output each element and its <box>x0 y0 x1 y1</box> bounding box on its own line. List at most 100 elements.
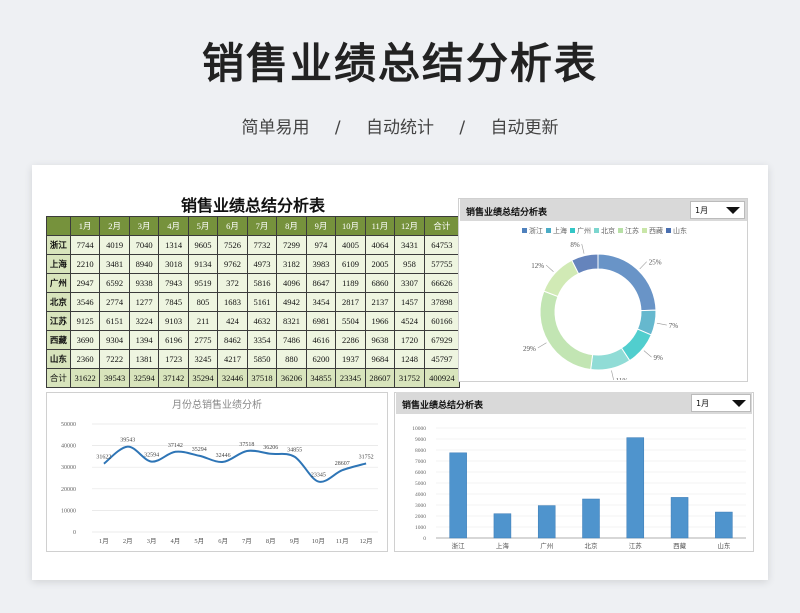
table-cell: 6151 <box>99 311 130 331</box>
column-header: 1月 <box>69 216 101 236</box>
table-row: 西藏 3690 9304 1394 6196 2775 8462 3354 7486 4616 22… <box>46 330 461 350</box>
table-cell: 4096 <box>276 273 307 293</box>
month-select[interactable]: 1月 <box>690 201 745 219</box>
y-tick-label: 9000 <box>415 437 426 443</box>
table-cell: 3224 <box>128 311 160 331</box>
total-cell: 34855 <box>305 368 337 388</box>
chevron-down-icon[interactable] <box>726 207 740 214</box>
column-header: 10月 <box>335 216 366 236</box>
table-cell: 8647 <box>305 273 337 293</box>
data-label: 39543 <box>120 438 135 444</box>
table-cell: 6592 <box>99 273 130 293</box>
legend-label: 西藏 <box>649 226 663 235</box>
table-row: 上海 2210 3481 8940 3018 9134 9762 4973 3182 3983 61… <box>46 254 461 274</box>
table-cell: 9338 <box>128 273 160 293</box>
donut-legend: 浙江 上海 广州 北京 江苏 西藏 山东 <box>522 226 687 235</box>
sales-table: 1月 2月 3月 4月 5月 6月 7月 8月 9月 10月 11月 12月 合计 浙江 7744 4019… <box>46 216 461 388</box>
y-tick-label: 1000 <box>415 525 426 531</box>
table-cell: 7732 <box>246 235 278 255</box>
table-cell: 5816 <box>246 273 278 293</box>
y-tick-label: 4000 <box>415 492 426 498</box>
column-header: 7月 <box>246 216 278 236</box>
table-cell: 67929 <box>423 330 461 350</box>
total-cell: 39543 <box>99 368 130 388</box>
table-cell: 3454 <box>305 292 337 312</box>
total-cell: 37518 <box>246 368 278 388</box>
slice-percent-label: 29% <box>523 345 536 353</box>
tag-auto-count: 自动统计 <box>366 118 434 138</box>
data-label: 28607 <box>335 461 350 467</box>
bar-chart: 0 1000 2000 3000 4000 5000 6000 7000 8000 9000 100… <box>412 426 746 550</box>
column-header: 3月 <box>128 216 160 236</box>
table-cell: 6981 <box>305 311 337 331</box>
tag-auto-update: 自动更新 <box>490 118 559 138</box>
table-cell: 1314 <box>158 235 189 255</box>
total-cell: 32594 <box>128 368 160 388</box>
leader-line <box>643 350 652 358</box>
table-cell: 2137 <box>364 292 396 312</box>
y-tick-label: 7000 <box>415 459 426 465</box>
table-cell: 3245 <box>187 349 219 369</box>
table-cell: 3307 <box>394 273 425 293</box>
table-cell: 424 <box>217 311 248 331</box>
donut-slice <box>597 253 657 312</box>
tag-separator: / <box>459 118 466 138</box>
table-cell: 2286 <box>335 330 366 350</box>
column-header: 5月 <box>187 216 219 236</box>
column-header: 4月 <box>158 216 189 236</box>
x-tick-label: 9月 <box>290 537 300 545</box>
chevron-down-icon[interactable] <box>732 400 746 407</box>
table-cell: 7845 <box>158 292 189 312</box>
legend-swatch <box>666 228 671 233</box>
total-cell: 35294 <box>187 368 219 388</box>
table-cell: 1937 <box>335 349 366 369</box>
column-header: 12月 <box>394 216 425 236</box>
table-row: 江苏 9125 6151 3224 9103 211 424 4632 8321 6981 5504… <box>46 311 461 331</box>
table-cell: 1248 <box>394 349 425 369</box>
table-cell: 8321 <box>276 311 307 331</box>
bar <box>670 497 689 539</box>
table-cell: 2210 <box>69 254 101 274</box>
column-header: 8月 <box>276 216 307 236</box>
x-tick-label: 3月 <box>147 537 157 545</box>
table-cell: 1723 <box>158 349 189 369</box>
x-tick-label: 山东 <box>717 541 731 550</box>
data-label: 37142 <box>168 443 183 449</box>
table-cell: 4942 <box>276 292 307 312</box>
table-row: 山东 2360 7222 1381 1723 3245 4217 5850 880 6200 193… <box>46 349 461 369</box>
table-cell: 2774 <box>99 292 130 312</box>
x-tick-label: 7月 <box>242 537 252 545</box>
legend-swatch <box>618 228 623 233</box>
x-tick-label: 广州 <box>540 541 553 550</box>
data-label: 37518 <box>239 442 254 448</box>
y-tick-label: 5000 <box>415 481 426 487</box>
y-tick-label: 40000 <box>61 444 76 450</box>
slice-percent-label: 9% <box>654 354 664 362</box>
total-cell: 36206 <box>276 368 307 388</box>
data-label: 32594 <box>144 453 159 459</box>
table-cell: 958 <box>394 254 425 274</box>
data-label: 31622 <box>96 455 111 461</box>
x-tick-label: 5月 <box>194 537 204 545</box>
donut-panel-header: 销售业绩总结分析表 1月 <box>460 199 747 221</box>
bar-panel-header: 销售业绩总结分析表 1月 <box>396 392 752 414</box>
table-cell: 1189 <box>335 273 366 293</box>
total-cell: 37142 <box>158 368 189 388</box>
x-tick-label: 浙江 <box>452 541 466 550</box>
table-cell: 5161 <box>246 292 278 312</box>
table-cell: 9605 <box>187 235 219 255</box>
donut-slice <box>543 259 580 298</box>
leader-line <box>639 261 647 270</box>
bar <box>582 498 600 539</box>
y-tick-label: 10000 <box>412 426 426 432</box>
total-label: 合计 <box>46 368 71 388</box>
y-tick-label: 2000 <box>415 514 426 520</box>
y-tick-label: 0 <box>423 536 426 542</box>
leader-line <box>545 264 554 272</box>
table-cell: 1394 <box>128 330 160 350</box>
total-cell: 31752 <box>394 368 425 388</box>
slice-percent-label: 8% <box>570 241 580 249</box>
table-cell: 9134 <box>187 254 219 274</box>
y-tick-label: 30000 <box>61 465 76 471</box>
month-select[interactable]: 1月 <box>691 394 751 412</box>
